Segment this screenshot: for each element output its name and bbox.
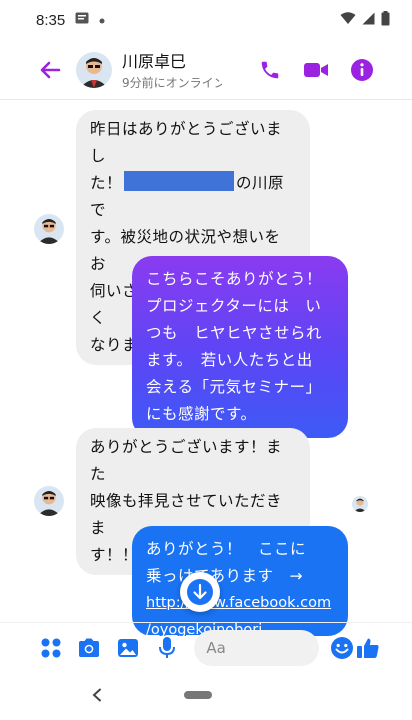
signal-icon: [362, 12, 375, 29]
message-line: ます。 若い人たちと出: [146, 351, 313, 369]
system-back-button[interactable]: [88, 686, 106, 704]
message-line: ありがとうございます！また: [90, 438, 283, 483]
image-icon: [117, 638, 138, 657]
message-line: こちらこそありがとう！: [146, 270, 323, 288]
sender-avatar[interactable]: [34, 486, 64, 516]
dot-icon: [99, 12, 105, 28]
chat-header: 川原卓巳 9分前にオンライン: [0, 40, 412, 100]
message-bubble-outgoing[interactable]: こちらこそありがとう！ プロジェクターには い つも ヒヤヒヤさせられ ます。 …: [132, 256, 348, 438]
camera-button[interactable]: [77, 635, 103, 661]
back-button[interactable]: [36, 56, 64, 84]
info-icon: [351, 58, 373, 81]
call-button[interactable]: [256, 56, 284, 84]
gallery-button[interactable]: [115, 635, 141, 661]
info-button[interactable]: [348, 56, 376, 84]
voice-button[interactable]: [154, 635, 180, 661]
status-time: 8:35: [36, 11, 66, 29]
arrow-left-icon: [40, 61, 61, 78]
message-line: にも感謝です。: [146, 405, 257, 423]
message-input-placeholder: Aa: [206, 638, 226, 657]
notification-icon: [75, 12, 89, 28]
message-input[interactable]: Aa: [194, 629, 319, 666]
wifi-icon: [340, 11, 356, 29]
video-camera-icon: [304, 62, 328, 77]
like-button[interactable]: [354, 634, 382, 662]
contact-avatar[interactable]: [76, 51, 112, 88]
four-dots-icon: [41, 638, 61, 657]
chevron-left-icon: [92, 688, 101, 702]
redacted-block: [124, 171, 235, 191]
smiley-icon: [330, 636, 353, 659]
thumbs-up-icon: [357, 638, 379, 658]
video-call-button[interactable]: [302, 56, 330, 84]
message-link[interactable]: http://www.facebook.com: [146, 590, 334, 617]
message-line: ありがとう！ ここに: [146, 540, 307, 558]
sender-avatar[interactable]: [34, 214, 64, 244]
contact-name: 川原卓巳: [122, 52, 187, 71]
phone-icon: [261, 61, 279, 78]
arrow-down-icon: [187, 579, 213, 605]
message-bubble-outgoing[interactable]: ありがとう！ ここに 乗っけてあります → http://www.faceboo…: [132, 526, 348, 638]
apps-button[interactable]: [38, 635, 64, 661]
message-line: 昨日はありがとうございまし: [90, 120, 283, 165]
contact-info[interactable]: 川原卓巳 9分前にオンライン: [122, 48, 222, 91]
battery-icon: [381, 10, 390, 30]
message-line: た！ の川原で: [90, 170, 296, 224]
contact-status: 9分前にオンライン: [122, 76, 222, 90]
message-text: た！: [90, 174, 123, 192]
message-composer: Aa: [0, 622, 412, 672]
emoji-button[interactable]: [329, 635, 355, 661]
header-actions: [256, 56, 376, 84]
read-receipt-avatar: [352, 496, 368, 512]
status-left: 8:35: [36, 12, 105, 29]
message-line: プロジェクターには い: [146, 297, 322, 315]
status-right: [340, 10, 390, 30]
scroll-to-bottom-button[interactable]: [180, 572, 220, 612]
microphone-icon: [158, 636, 175, 658]
system-nav-bar: [0, 672, 412, 720]
message-line: 会える「元気セミナー」: [146, 378, 322, 396]
system-home-handle[interactable]: [184, 691, 212, 699]
message-line: つも ヒヤヒヤさせられ: [146, 324, 323, 342]
message-line: 乗っけてあります →: [146, 567, 304, 585]
camera-icon: [79, 638, 100, 657]
status-bar: 8:35: [0, 0, 412, 40]
